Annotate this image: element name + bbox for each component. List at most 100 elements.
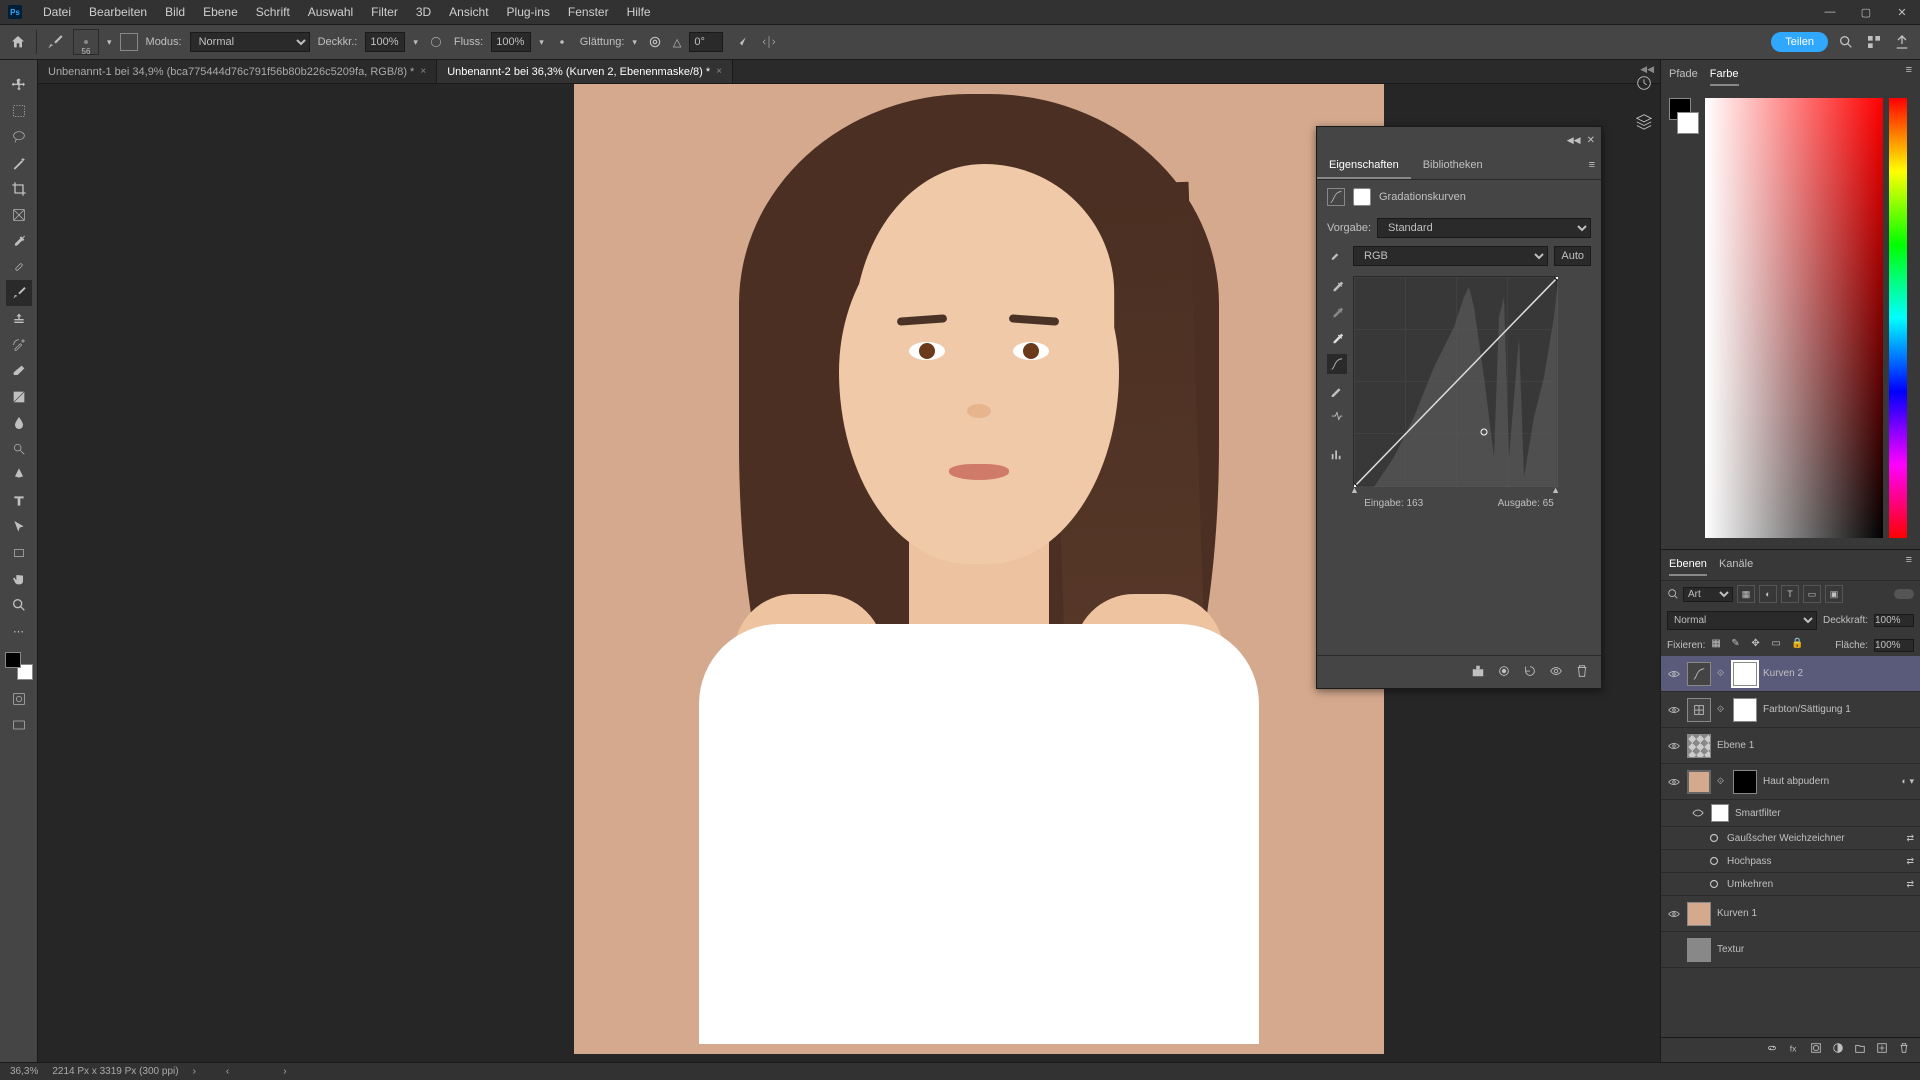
clip-to-layer-icon[interactable]	[1471, 664, 1487, 680]
tab-ebenen[interactable]: Ebenen	[1669, 554, 1707, 576]
maximize-button[interactable]: ▢	[1848, 0, 1884, 24]
history-brush-tool[interactable]	[6, 332, 32, 358]
adjustment-layer-icon[interactable]	[1832, 1042, 1848, 1058]
close-tab-icon[interactable]: ×	[716, 66, 722, 77]
fg-bg-swatches[interactable]	[1669, 98, 1699, 538]
menu-hilfe[interactable]: Hilfe	[618, 5, 660, 19]
mask-thumb[interactable]	[1711, 804, 1729, 822]
gradient-tool[interactable]	[6, 384, 32, 410]
home-icon[interactable]	[8, 32, 28, 52]
layer-name[interactable]: Farbton/Sättigung 1	[1763, 704, 1914, 715]
filter-toggle[interactable]	[1894, 589, 1914, 599]
visibility-icon[interactable]	[1667, 907, 1681, 921]
frame-tool[interactable]	[6, 202, 32, 228]
symmetry-icon[interactable]	[759, 32, 779, 52]
filter-shape-icon[interactable]: ▭	[1803, 585, 1821, 603]
tab-eigenschaften[interactable]: Eigenschaften	[1317, 153, 1411, 179]
layer-name[interactable]: Kurven 1	[1717, 908, 1914, 919]
fill-input[interactable]	[1874, 639, 1914, 652]
healing-brush-tool[interactable]	[6, 254, 32, 280]
filter-edit-icon[interactable]: ⇄	[1906, 833, 1914, 844]
hue-slider[interactable]	[1889, 98, 1907, 538]
channel-select[interactable]: RGB	[1353, 246, 1548, 266]
dodge-tool[interactable]	[6, 436, 32, 462]
lock-artboard-icon[interactable]: ▭	[1771, 638, 1785, 652]
menu-fenster[interactable]: Fenster	[559, 5, 618, 19]
mask-thumb[interactable]	[1733, 662, 1757, 686]
visibility-icon[interactable]	[1667, 775, 1681, 789]
document-tab-1[interactable]: Unbenannt-1 bei 34,9% (bca775444d76c791f…	[38, 60, 437, 83]
history-dock-icon[interactable]	[1633, 72, 1655, 94]
layer-farbton[interactable]: ⟐ Farbton/Sättigung 1	[1661, 692, 1920, 728]
lock-all-icon[interactable]: 🔒	[1791, 638, 1805, 652]
visibility-icon[interactable]	[1667, 703, 1681, 717]
zoom-level[interactable]: 36,3%	[10, 1066, 38, 1077]
clone-stamp-tool[interactable]	[6, 306, 32, 332]
document-info[interactable]: 2214 Px x 3319 Px (300 ppi)	[52, 1066, 178, 1077]
layer-mask-icon[interactable]	[1810, 1042, 1826, 1058]
layer-kurven-2[interactable]: ⟐ Kurven 2	[1661, 656, 1920, 692]
chevron-right-icon[interactable]: ›	[283, 1066, 286, 1077]
chevron-left-icon[interactable]: ‹	[226, 1066, 229, 1077]
curve-graph[interactable]: ▲ ▲	[1353, 276, 1557, 486]
menu-filter[interactable]: Filter	[362, 5, 407, 19]
zoom-tool[interactable]	[6, 592, 32, 618]
layer-kurven-1[interactable]: Kurven 1	[1661, 896, 1920, 932]
mask-thumb[interactable]	[1733, 698, 1757, 722]
lock-position-icon[interactable]: ✥	[1751, 638, 1765, 652]
filter-adjustment-icon[interactable]: ◐	[1759, 585, 1777, 603]
layer-name[interactable]: Textur	[1717, 944, 1914, 955]
lasso-tool[interactable]	[6, 124, 32, 150]
screen-mode-tool[interactable]	[6, 712, 32, 738]
panel-menu-icon[interactable]: ≡	[1906, 64, 1912, 86]
visibility-icon[interactable]	[1667, 739, 1681, 753]
curve-edit-icon[interactable]	[1327, 354, 1347, 374]
menu-ebene[interactable]: Ebene	[194, 5, 247, 19]
group-icon[interactable]	[1854, 1042, 1870, 1058]
chevron-right-icon[interactable]: ›	[193, 1066, 196, 1077]
menu-bearbeiten[interactable]: Bearbeiten	[80, 5, 156, 19]
lock-pixels-icon[interactable]: ✎	[1731, 638, 1745, 652]
export-icon[interactable]	[1892, 32, 1912, 52]
layer-umkehren[interactable]: Umkehren ⇄	[1661, 873, 1920, 896]
document-tab-2[interactable]: Unbenannt-2 bei 36,3% (Kurven 2, Ebenenm…	[437, 60, 733, 83]
angle-input[interactable]	[689, 32, 723, 52]
reset-icon[interactable]	[1523, 664, 1539, 680]
lock-transparent-icon[interactable]: ▦	[1711, 638, 1725, 652]
filter-edit-icon[interactable]: ⇄	[1906, 879, 1914, 890]
brush-tool-icon[interactable]	[45, 32, 65, 52]
crop-tool[interactable]	[6, 176, 32, 202]
deckkraft-input[interactable]	[365, 32, 405, 52]
layer-style-icon[interactable]: fx	[1788, 1042, 1804, 1058]
close-button[interactable]: ✕	[1884, 0, 1920, 24]
layer-name[interactable]: Ebene 1	[1717, 740, 1914, 751]
tab-kanaele[interactable]: Kanäle	[1719, 554, 1753, 576]
share-button[interactable]: Teilen	[1771, 32, 1828, 52]
collapse-icon[interactable]: ◀◀	[1567, 135, 1581, 146]
blend-mode-select[interactable]: Normal	[1667, 611, 1817, 630]
link-icon[interactable]: ⟐	[1717, 668, 1727, 679]
eyedropper-black-icon[interactable]	[1327, 276, 1347, 296]
opacity-pressure-icon[interactable]	[426, 32, 446, 52]
layer-name[interactable]: Kurven 2	[1763, 668, 1914, 679]
auto-button[interactable]: Auto	[1554, 246, 1591, 266]
brush-preset-picker[interactable]: 56	[73, 29, 99, 55]
tab-farbe[interactable]: Farbe	[1710, 64, 1739, 86]
minimize-button[interactable]: —	[1812, 0, 1848, 24]
edit-toolbar[interactable]: ⋯	[6, 618, 32, 644]
layer-gaussian[interactable]: Gaußscher Weichzeichner ⇄	[1661, 827, 1920, 850]
color-picker[interactable]	[1705, 98, 1883, 538]
eyedropper-tool[interactable]	[6, 228, 32, 254]
layer-name[interactable]: Hochpass	[1727, 856, 1900, 867]
link-icon[interactable]: ⟐	[1717, 776, 1727, 787]
trash-icon[interactable]	[1575, 664, 1591, 680]
move-tool[interactable]	[6, 72, 32, 98]
layer-haut-abpudern[interactable]: ⟐ Haut abpudern ◐ ▾	[1661, 764, 1920, 800]
visibility-icon[interactable]	[1707, 877, 1721, 891]
menu-plugins[interactable]: Plug-ins	[498, 5, 559, 19]
layer-name[interactable]: Gaußscher Weichzeichner	[1727, 833, 1900, 844]
close-panel-icon[interactable]: ✕	[1587, 135, 1595, 146]
close-tab-icon[interactable]: ×	[420, 66, 426, 77]
quick-mask-tool[interactable]	[6, 686, 32, 712]
filter-type-icon[interactable]: T	[1781, 585, 1799, 603]
